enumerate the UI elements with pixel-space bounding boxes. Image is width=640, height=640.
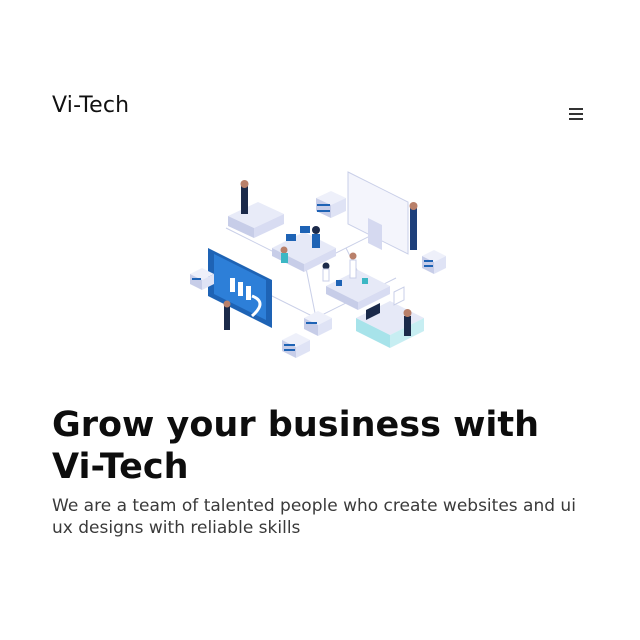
platform-top-left — [228, 180, 284, 238]
brand-logo[interactable]: Vi-Tech — [52, 93, 129, 118]
isometric-tech-office-illustration — [190, 171, 446, 358]
hamburger-menu-icon[interactable] — [566, 108, 586, 126]
hero-subtext: We are a team of talented people who cre… — [52, 496, 576, 538]
hero-headline: Grow your business with Vi-Tech — [52, 405, 540, 487]
